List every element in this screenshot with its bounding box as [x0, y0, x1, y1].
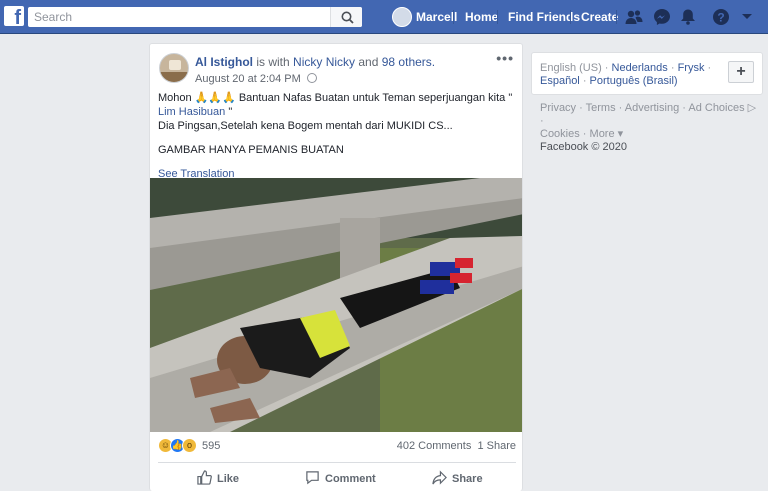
author-name[interactable]: Al Istighol — [195, 55, 253, 69]
avatar — [392, 7, 412, 27]
cookies-link[interactable]: Cookies — [540, 128, 580, 140]
chevron-down-icon: ▾ — [614, 128, 624, 140]
share-button[interactable]: Share — [432, 470, 483, 485]
post-header: Al Istighol is with Nicky Nicky and 98 o… — [195, 55, 435, 69]
like-button[interactable]: Like — [197, 470, 239, 485]
post-photo[interactable] — [150, 178, 522, 432]
reactions-row: ☺ 👍 o 595 402 Comments 1 Share — [150, 436, 522, 456]
home-link[interactable]: Home — [465, 10, 498, 24]
search-box — [28, 7, 362, 27]
language-link[interactable]: Español — [540, 75, 580, 87]
post-timestamp[interactable]: August 20 at 2:04 PM — [195, 73, 301, 85]
comment-button-label: Comment — [325, 473, 376, 485]
post-text: Mohon 🙏🙏🙏 Bantuan Nafas Buatan untuk Tem… — [158, 91, 518, 181]
tagged-friend-link[interactable]: Nicky Nicky — [293, 55, 355, 69]
top-navigation-bar: f Marcell Home Find Friends Create ? — [0, 0, 768, 34]
nav-divider — [497, 10, 498, 24]
photo-illustration — [150, 178, 522, 432]
facebook-logo[interactable]: f — [4, 6, 24, 26]
post-timestamp-row: August 20 at 2:04 PM — [195, 73, 317, 85]
terms-link[interactable]: Terms — [586, 102, 616, 114]
audience-icon[interactable] — [306, 73, 317, 83]
post-stats: 402 Comments 1 Share — [397, 440, 516, 452]
footer-links: Privacy · Terms · Advertising · Ad Choic… — [540, 102, 760, 154]
friends-icon[interactable] — [625, 8, 643, 26]
post-text-line: Dia Pingsan,Setelah kena Bogem mentah da… — [158, 120, 453, 132]
account-menu-icon[interactable] — [741, 13, 753, 21]
language-selector: English (US) · Nederlands · Frysk · Espa… — [531, 52, 763, 95]
notifications-icon[interactable] — [680, 8, 696, 26]
and-label: and — [358, 55, 379, 69]
like-button-label: Like — [217, 473, 240, 485]
ad-choices-icon: ▷ — [744, 102, 757, 114]
comments-count[interactable]: 402 Comments — [397, 440, 472, 452]
privacy-link[interactable]: Privacy — [540, 102, 576, 114]
language-link[interactable]: Português (Brasil) — [590, 75, 678, 87]
user-name: Marcell — [416, 10, 458, 24]
copyright: Facebook © 2020 — [540, 141, 627, 153]
comment-button[interactable]: Comment — [305, 470, 376, 485]
reaction-count[interactable]: 595 — [202, 440, 220, 452]
share-icon — [432, 470, 447, 485]
divider — [158, 462, 516, 463]
mention-close-quote: " — [225, 106, 233, 118]
author-avatar[interactable] — [159, 53, 189, 83]
svg-text:?: ? — [717, 11, 724, 25]
comment-icon — [306, 471, 319, 485]
search-button[interactable] — [330, 7, 362, 27]
ad-choices-link[interactable]: Ad Choices — [688, 102, 744, 114]
post-options-button[interactable]: ••• — [496, 50, 514, 66]
add-language-button[interactable]: + — [728, 61, 754, 83]
search-icon — [341, 11, 354, 24]
wow-reaction-icon: o — [182, 438, 197, 453]
mention-link[interactable]: Lim Hasibuan — [158, 106, 225, 118]
help-icon[interactable]: ? — [712, 8, 730, 26]
create-link[interactable]: Create — [581, 10, 618, 24]
more-link[interactable]: More — [590, 128, 615, 140]
shares-count[interactable]: 1 Share — [477, 440, 516, 452]
nav-divider — [453, 10, 454, 24]
share-button-label: Share — [452, 473, 483, 485]
advertising-link[interactable]: Advertising — [625, 102, 679, 114]
search-input[interactable] — [28, 7, 328, 27]
nav-divider — [570, 10, 571, 24]
thumbs-up-icon — [197, 470, 212, 485]
language-link[interactable]: Nederlands — [612, 62, 668, 74]
others-link[interactable]: 98 others. — [382, 55, 435, 69]
current-language: English (US) — [540, 62, 602, 74]
language-list: English (US) · Nederlands · Frysk · Espa… — [540, 62, 712, 87]
with-label: is with — [256, 55, 290, 69]
post-text-line: GAMBAR HANYA PEMANIS BUATAN — [158, 144, 344, 156]
feed-post: Al Istighol is with Nicky Nicky and 98 o… — [149, 43, 523, 491]
language-link[interactable]: Frysk — [678, 62, 705, 74]
nav-divider — [616, 10, 617, 24]
messenger-icon[interactable] — [653, 8, 671, 26]
post-text-line: Mohon 🙏🙏🙏 Bantuan Nafas Buatan untuk Tem… — [158, 92, 513, 104]
